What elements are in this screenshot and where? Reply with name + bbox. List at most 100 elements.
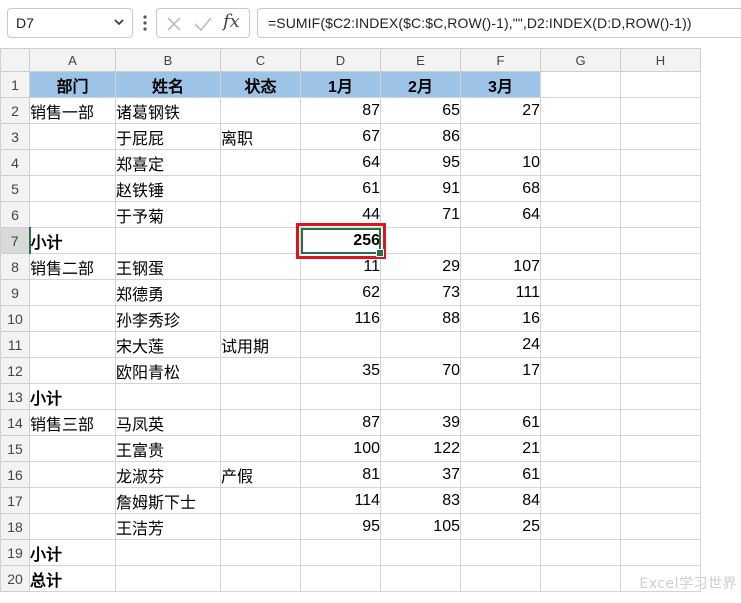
column-header-d[interactable]: D (300, 48, 381, 72)
cell-a5[interactable] (29, 175, 116, 202)
cell-h3[interactable] (620, 123, 701, 150)
cell-d13[interactable] (300, 383, 381, 410)
cell-g3[interactable] (540, 123, 621, 150)
row-header-6[interactable]: 6 (0, 201, 30, 228)
cell-b18[interactable]: 王洁芳 (115, 513, 221, 540)
cell-b2[interactable]: 诸葛钢铁 (115, 97, 221, 124)
cell-a8[interactable]: 销售二部 (29, 253, 116, 280)
cell-c6[interactable] (220, 201, 301, 228)
cell-h1[interactable] (620, 71, 701, 98)
cell-f14[interactable]: 61 (460, 409, 541, 436)
cell-f19[interactable] (460, 539, 541, 566)
cell-a1[interactable]: 部门 (29, 71, 116, 98)
column-header-b[interactable]: B (115, 48, 221, 72)
cell-a2[interactable]: 销售一部 (29, 97, 116, 124)
cell-c9[interactable] (220, 279, 301, 306)
cell-e13[interactable] (380, 383, 461, 410)
row-header-5[interactable]: 5 (0, 175, 30, 202)
cell-c19[interactable] (220, 539, 301, 566)
cell-a16[interactable] (29, 461, 116, 488)
cell-f13[interactable] (460, 383, 541, 410)
cell-c5[interactable] (220, 175, 301, 202)
cell-e4[interactable]: 95 (380, 149, 461, 176)
cell-b12[interactable]: 欧阳青松 (115, 357, 221, 384)
cell-c17[interactable] (220, 487, 301, 514)
cell-d3[interactable]: 67 (300, 123, 381, 150)
cell-b17[interactable]: 詹姆斯下士 (115, 487, 221, 514)
cell-b8[interactable]: 王钢蛋 (115, 253, 221, 280)
cell-a20[interactable]: 总计 (29, 565, 116, 592)
cell-d20[interactable] (300, 565, 381, 592)
column-header-c[interactable]: C (220, 48, 301, 72)
cell-f8[interactable]: 107 (460, 253, 541, 280)
cell-f6[interactable]: 64 (460, 201, 541, 228)
fill-handle[interactable] (375, 248, 384, 257)
cell-a13[interactable]: 小计 (29, 383, 116, 410)
cell-g1[interactable] (540, 71, 621, 98)
cell-f1[interactable]: 3月 (460, 71, 541, 98)
cell-b10[interactable]: 孙李秀珍 (115, 305, 221, 332)
cell-e3[interactable]: 86 (380, 123, 461, 150)
cell-g17[interactable] (540, 487, 621, 514)
cell-d12[interactable]: 35 (300, 357, 381, 384)
cell-e5[interactable]: 91 (380, 175, 461, 202)
column-header-a[interactable]: A (29, 48, 116, 72)
cell-d16[interactable]: 81 (300, 461, 381, 488)
cell-f20[interactable] (460, 565, 541, 592)
row-header-20[interactable]: 20 (0, 565, 30, 592)
cell-h13[interactable] (620, 383, 701, 410)
cell-c8[interactable] (220, 253, 301, 280)
cell-e17[interactable]: 83 (380, 487, 461, 514)
cell-d17[interactable]: 114 (300, 487, 381, 514)
cell-h17[interactable] (620, 487, 701, 514)
cell-g9[interactable] (540, 279, 621, 306)
row-header-16[interactable]: 16 (0, 461, 30, 488)
cell-e19[interactable] (380, 539, 461, 566)
cell-d1[interactable]: 1月 (300, 71, 381, 98)
cell-g10[interactable] (540, 305, 621, 332)
column-header-g[interactable]: G (540, 48, 621, 72)
cell-g4[interactable] (540, 149, 621, 176)
column-header-e[interactable]: E (380, 48, 461, 72)
cell-e16[interactable]: 37 (380, 461, 461, 488)
cell-c16[interactable]: 产假 (220, 461, 301, 488)
cell-d15[interactable]: 100 (300, 435, 381, 462)
row-header-12[interactable]: 12 (0, 357, 30, 384)
cell-c1[interactable]: 状态 (220, 71, 301, 98)
cell-f16[interactable]: 61 (460, 461, 541, 488)
cell-h12[interactable] (620, 357, 701, 384)
cell-e18[interactable]: 105 (380, 513, 461, 540)
cell-g15[interactable] (540, 435, 621, 462)
cell-c10[interactable] (220, 305, 301, 332)
cell-f10[interactable]: 16 (460, 305, 541, 332)
cell-c20[interactable] (220, 565, 301, 592)
cell-b7[interactable] (115, 227, 221, 254)
cell-b16[interactable]: 龙淑芬 (115, 461, 221, 488)
cell-h11[interactable] (620, 331, 701, 358)
row-header-11[interactable]: 11 (0, 331, 30, 358)
cell-b19[interactable] (115, 539, 221, 566)
cell-a18[interactable] (29, 513, 116, 540)
cell-e14[interactable]: 39 (380, 409, 461, 436)
cell-h2[interactable] (620, 97, 701, 124)
cell-d10[interactable]: 116 (300, 305, 381, 332)
cell-c13[interactable] (220, 383, 301, 410)
row-header-19[interactable]: 19 (0, 539, 30, 566)
cell-h18[interactable] (620, 513, 701, 540)
row-header-8[interactable]: 8 (0, 253, 30, 280)
cell-f15[interactable]: 21 (460, 435, 541, 462)
row-header-3[interactable]: 3 (0, 123, 30, 150)
row-header-17[interactable]: 17 (0, 487, 30, 514)
cell-f5[interactable]: 68 (460, 175, 541, 202)
cell-c12[interactable] (220, 357, 301, 384)
cell-c2[interactable] (220, 97, 301, 124)
cell-a17[interactable] (29, 487, 116, 514)
cell-a10[interactable] (29, 305, 116, 332)
cell-a12[interactable] (29, 357, 116, 384)
row-header-15[interactable]: 15 (0, 435, 30, 462)
cell-d11[interactable] (300, 331, 381, 358)
cell-a14[interactable]: 销售三部 (29, 409, 116, 436)
cell-b14[interactable]: 马凤英 (115, 409, 221, 436)
cell-h16[interactable] (620, 461, 701, 488)
cell-h8[interactable] (620, 253, 701, 280)
